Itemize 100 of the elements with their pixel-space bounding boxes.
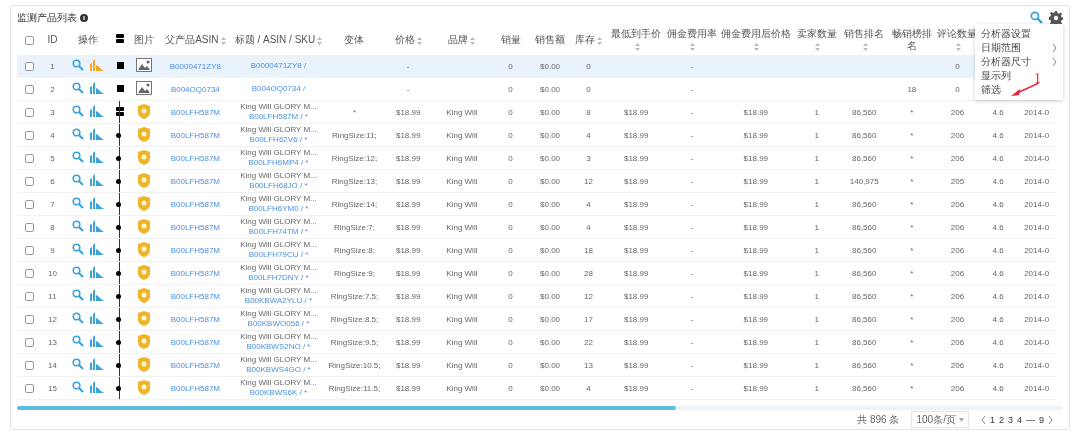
table-cell: 0 — [508, 153, 513, 163]
table-cell: $18.99 — [395, 314, 421, 324]
table-cell: * — [910, 153, 914, 163]
table-cell: 0 — [508, 314, 513, 324]
table-cell: 2014-0 — [1024, 153, 1050, 163]
table-cell: 86,560 — [852, 199, 877, 209]
table-cell: 18 — [584, 245, 593, 255]
table-cell: 8 — [586, 107, 591, 117]
table-cell: $18.99 — [743, 268, 769, 278]
table-cell: 4.6 — [992, 222, 1004, 232]
table-cell: 86,560 — [852, 360, 877, 370]
table-cell: King Will — [446, 337, 478, 347]
table-cell: $18.99 — [395, 383, 421, 393]
table-cell: 0 — [508, 61, 513, 71]
table-cell: RingSize:12; — [331, 153, 378, 163]
table-cell: $18.99 — [623, 291, 649, 301]
table-cell: - — [406, 84, 410, 94]
table-cell: RingSize:9; — [334, 268, 375, 278]
table-cell: 12 — [584, 176, 593, 186]
table-cell: $0.00 — [540, 360, 561, 370]
table-cell: * — [910, 130, 914, 140]
table-cell: 4 — [586, 130, 591, 140]
table-cell: 1 — [814, 291, 819, 301]
table-cell: $18.99 — [623, 337, 649, 347]
product-title: King Will GLORY M... — [240, 378, 317, 389]
table-cell: $18.99 — [743, 337, 769, 347]
table-cell: - — [690, 107, 694, 117]
table-cell: * — [910, 383, 914, 393]
table-cell: 1 — [814, 107, 819, 117]
table-cell: 18 — [907, 84, 917, 94]
table-cell: $18.99 — [623, 383, 649, 393]
table-cell: $18.99 — [623, 107, 649, 117]
table-cell: 4.6 — [992, 176, 1004, 186]
table-cell: $18.99 — [395, 107, 421, 117]
product-title: King Will GLORY M... — [240, 309, 317, 320]
table-cell: 2014-0 — [1024, 199, 1050, 209]
table-cell: * — [910, 245, 914, 255]
table-cell: $0.00 — [540, 61, 561, 71]
table-cell: $18.99 — [395, 268, 421, 278]
column-header: 畅销榜排名 — [891, 28, 932, 52]
table-cell: $18.99 — [395, 337, 421, 347]
table-cell: 3 — [586, 153, 591, 163]
table-cell: - — [690, 176, 694, 186]
table-cell: 1 — [814, 268, 819, 278]
table-cell: 86,560 — [852, 383, 877, 393]
table-cell: $0.00 — [540, 153, 561, 163]
table-cell: King Will — [446, 199, 478, 209]
product-title: King Will GLORY M... — [240, 102, 317, 113]
row-id: 12 — [48, 314, 57, 324]
table-cell: 2014-0 — [1024, 383, 1050, 393]
table-cell: $0.00 — [540, 176, 561, 186]
product-title: King Will GLORY M... — [240, 125, 317, 136]
table-cell: 1 — [814, 222, 819, 232]
row-id: 11 — [48, 291, 57, 301]
table-cell: 0 — [508, 176, 513, 186]
table-cell: 0 — [508, 360, 513, 370]
table-cell: * — [910, 107, 914, 117]
table-cell: 86,560 — [852, 337, 877, 347]
row-id: 1 — [50, 61, 55, 71]
table-cell: King Will — [446, 291, 478, 301]
product-title: King Will GLORY M... — [240, 355, 317, 366]
row-id: 6 — [50, 176, 55, 186]
table-cell: 22 — [584, 337, 593, 347]
table-cell: $18.99 — [743, 199, 769, 209]
table-cell: $0.00 — [540, 222, 561, 232]
table-cell: 1 — [814, 245, 819, 255]
table-cell: $18.99 — [395, 360, 421, 370]
table-cell: 86,560 — [852, 222, 877, 232]
table-cell: 86,560 — [852, 107, 877, 117]
table-cell: $18.99 — [623, 268, 649, 278]
table-cell: RingSize:11; — [332, 130, 377, 140]
table-cell: 1 — [814, 337, 819, 347]
table-cell: 4.6 — [992, 199, 1004, 209]
table-cell: $18.99 — [395, 222, 421, 232]
table-cell: - — [690, 130, 694, 140]
table-cell: - — [690, 84, 694, 94]
table-cell: $18.99 — [743, 222, 769, 232]
table-cell: 2014-0 — [1024, 107, 1050, 117]
table-cell: - — [690, 314, 694, 324]
table-cell: RingSize:8.5; — [330, 314, 379, 324]
table-cell: 206 — [950, 199, 965, 209]
table-cell: 0 — [508, 268, 513, 278]
table-cell: $18.99 — [623, 222, 649, 232]
table-cell: $18.99 — [743, 314, 769, 324]
table-cell: 4.6 — [992, 130, 1004, 140]
table-cell: $18.99 — [743, 383, 769, 393]
table-cell: RingSize:7; — [334, 222, 375, 232]
table-cell: $18.99 — [395, 199, 421, 209]
table-cell: 4.6 — [992, 360, 1004, 370]
table-cell: RingSize:13; — [331, 176, 378, 186]
table-cell: RingSize:14; — [331, 199, 378, 209]
table-cell: 4.6 — [992, 107, 1004, 117]
table-cell: 0 — [508, 337, 513, 347]
table-cell: - — [690, 222, 694, 232]
table-cell: 0 — [508, 107, 513, 117]
row-id: 5 — [50, 153, 55, 163]
table-cell: $18.99 — [743, 245, 769, 255]
table-cell: $18.99 — [743, 130, 769, 140]
table-cell: $0.00 — [540, 199, 561, 209]
table-cell: 0 — [508, 291, 513, 301]
